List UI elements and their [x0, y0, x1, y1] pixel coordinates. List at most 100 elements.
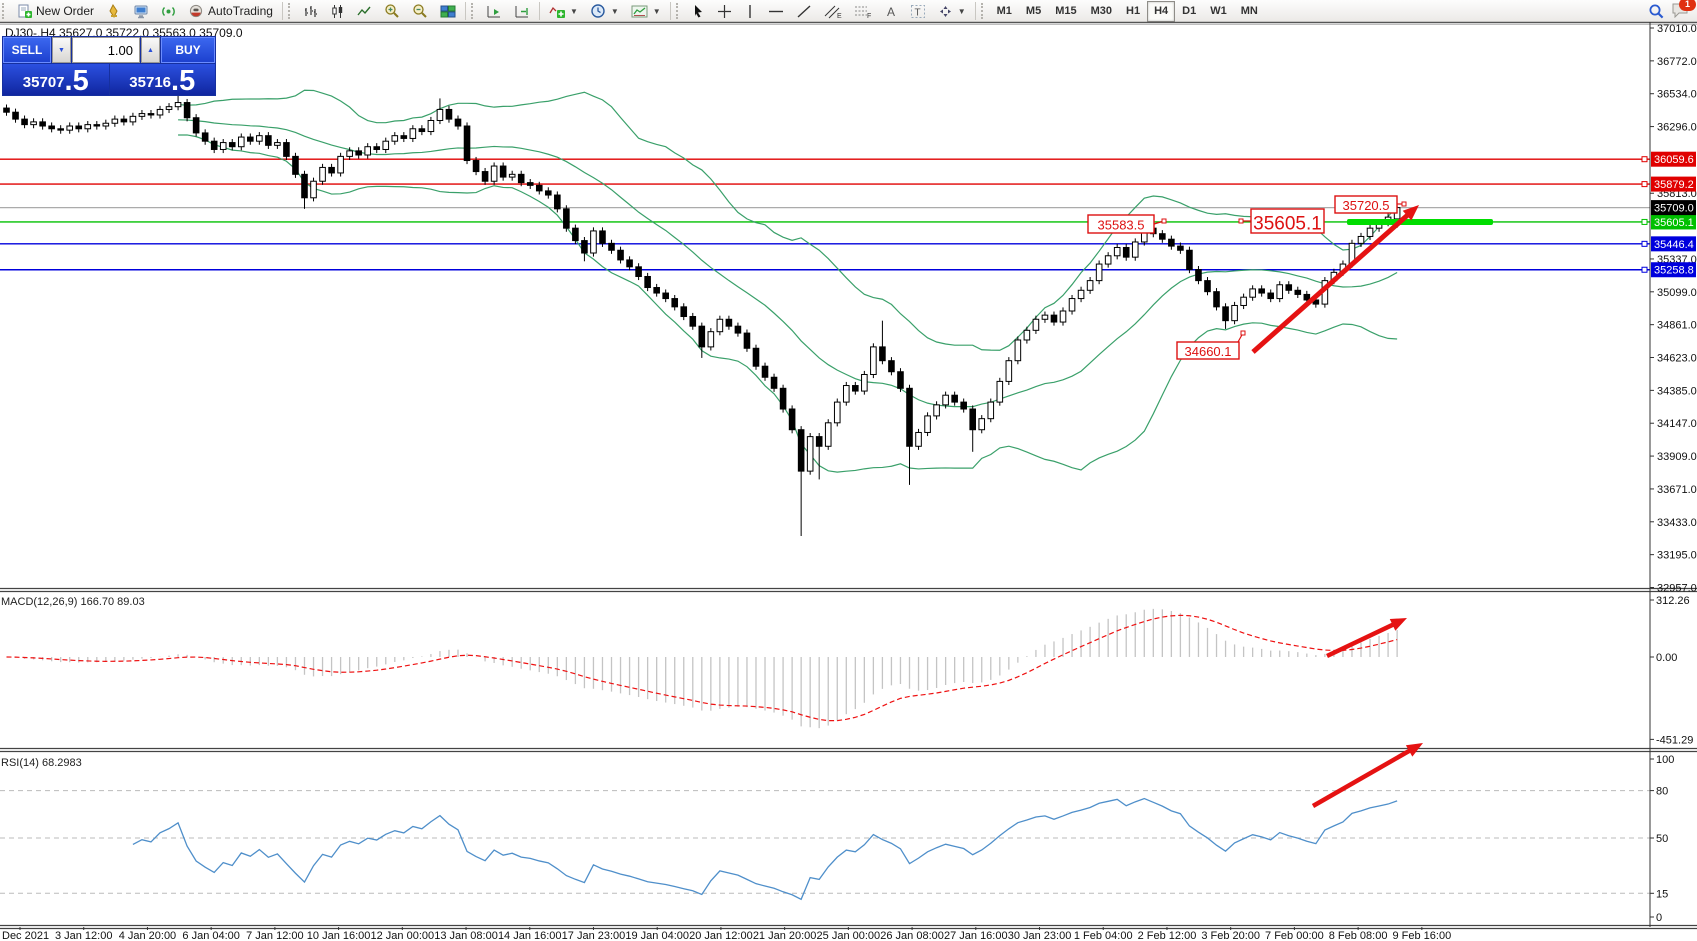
candle-body [238, 137, 244, 147]
callout-anchor [1162, 219, 1166, 223]
candle-body [94, 125, 100, 126]
price-tick-label: 35099.0 [1657, 287, 1697, 299]
candle-body [374, 147, 380, 150]
candle-body [13, 112, 19, 119]
buy-button[interactable]: BUY [161, 37, 215, 63]
sell-price-frac: .5 [65, 68, 89, 94]
candle-body [582, 241, 588, 253]
candle-body [482, 172, 488, 182]
candle-body [1087, 281, 1093, 291]
candle-body [726, 319, 732, 326]
candle-body [699, 326, 705, 347]
candle-body [1096, 264, 1102, 281]
candle-body [1268, 293, 1274, 299]
candle-body [979, 419, 985, 430]
macd-tick-label: 312.26 [1656, 595, 1690, 607]
price-badge-text: 35879.2 [1654, 179, 1694, 191]
candle-body [816, 437, 822, 447]
candle-body [744, 333, 750, 348]
candle-body [762, 366, 768, 377]
macd-label: MACD(12,26,9) 166.70 89.03 [1, 596, 145, 608]
candle-body [148, 114, 154, 115]
price-badge-text: 35446.4 [1654, 239, 1694, 251]
rsi-tick-label: 100 [1656, 754, 1674, 766]
callout-anchor [1241, 331, 1245, 335]
price-callout-text: 35583.5 [1098, 218, 1145, 233]
candle-body [410, 129, 416, 139]
candle-body [1060, 311, 1066, 322]
candle-body [943, 395, 949, 405]
candle-body [229, 143, 235, 147]
candle-body [1196, 270, 1202, 281]
price-line-anchor [1642, 267, 1647, 272]
candle-body [1295, 290, 1301, 294]
price-tick-label: 33909.0 [1657, 451, 1697, 463]
candle-body [302, 174, 308, 197]
buy-price-frac: .5 [171, 68, 195, 94]
candle-body [934, 405, 940, 416]
time-axis-label: 25 Jan 00:00 [817, 930, 881, 941]
time-axis-label: 27 Jan 16:00 [944, 930, 1008, 941]
candle-body [1223, 307, 1229, 321]
price-line-anchor [1642, 219, 1647, 224]
candle-body [1132, 242, 1138, 257]
candle-body [401, 136, 407, 139]
candle-body [536, 185, 542, 191]
time-axis-label: 8 Feb 08:00 [1329, 930, 1388, 941]
time-axis-label: 14 Jan 16:00 [498, 930, 562, 941]
candle-body [898, 372, 904, 389]
candle-body [112, 119, 118, 123]
time-axis-label: 1 Feb 04:00 [1074, 930, 1133, 941]
sell-price[interactable]: 35707.5 [3, 64, 109, 95]
price-tick-label: 32957.0 [1657, 583, 1697, 595]
candle-body [907, 388, 913, 446]
sell-button[interactable]: SELL [3, 37, 51, 63]
time-axis-label: 6 Jan 04:00 [182, 930, 240, 941]
candle-body [1205, 281, 1211, 292]
candle-body [211, 141, 217, 149]
candle-body [1214, 292, 1220, 307]
candle-body [843, 386, 849, 403]
candle-body [157, 109, 163, 115]
candle-body [591, 231, 597, 253]
price-line-anchor [1642, 182, 1647, 187]
candle-body [473, 161, 479, 172]
green-highlight-bar[interactable] [1347, 219, 1493, 225]
candle-body [130, 116, 136, 122]
candle-body [356, 151, 362, 155]
price-tick-label: 37010.0 [1657, 23, 1697, 35]
price-line-anchor [1642, 241, 1647, 246]
price-line-anchor [1642, 157, 1647, 162]
candle-body [284, 143, 290, 157]
candle-body [654, 288, 660, 294]
candle-body [825, 423, 831, 446]
volume-increase-button[interactable]: ▲ [141, 37, 160, 63]
candle-body [1033, 319, 1039, 330]
price-tick-label: 33671.0 [1657, 484, 1697, 496]
chart-area[interactable]: 37010.036772.036534.036296.035813.035337… [0, 0, 1697, 941]
candle-body [690, 317, 696, 327]
candle-body [175, 103, 181, 107]
candle-body [49, 126, 55, 129]
volume-decrease-button[interactable]: ▼ [52, 37, 71, 63]
buy-price[interactable]: 35716.5 [110, 64, 216, 95]
time-axis-label: 3 Jan 12:00 [55, 930, 113, 941]
candle-body [428, 120, 434, 131]
price-badge-text: 36059.6 [1654, 154, 1694, 166]
time-axis-label: 9 Feb 16:00 [1392, 930, 1451, 941]
candle-body [889, 361, 895, 372]
candle-body [1277, 285, 1283, 299]
time-axis-label: 19 Jan 04:00 [625, 930, 689, 941]
candle-body [609, 243, 615, 250]
candle-body [121, 119, 127, 122]
candle-body [862, 374, 868, 391]
candle-body [925, 416, 931, 433]
time-axis-label: 13 Jan 08:00 [434, 930, 498, 941]
candle-body [266, 136, 272, 146]
candle-body [58, 129, 64, 130]
time-axis-label: 20 Jan 12:00 [689, 930, 753, 941]
time-axis-label: Dec 2021 [2, 930, 49, 941]
candle-body [527, 183, 533, 186]
candle-body [184, 103, 190, 118]
volume-input[interactable]: 1.00 [72, 37, 140, 63]
